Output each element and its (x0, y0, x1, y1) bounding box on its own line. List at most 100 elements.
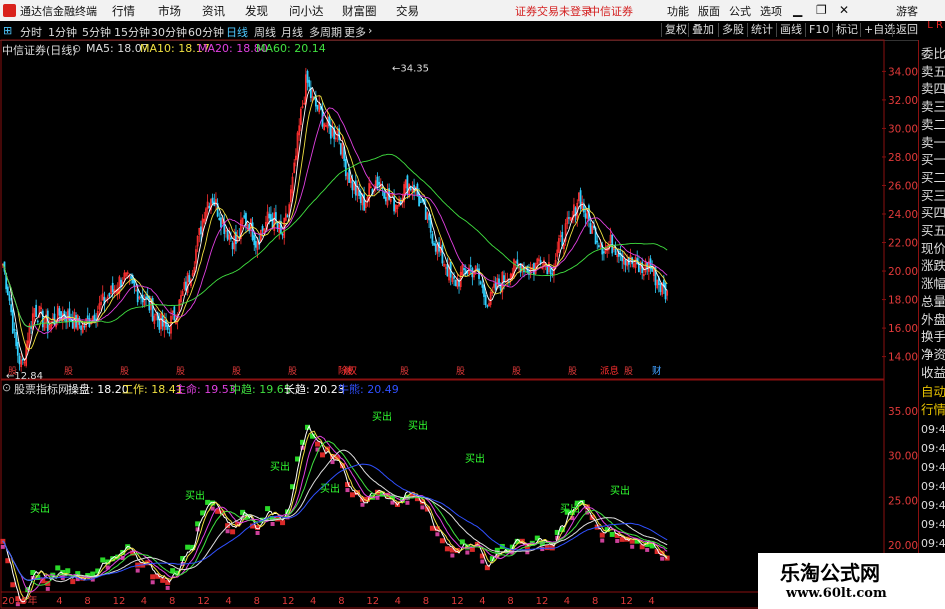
candle-body (10, 304, 13, 313)
sidebar-quote-label: 涨跌 (921, 258, 945, 274)
time-axis-label: 8 (507, 596, 513, 607)
candle-body (111, 282, 114, 292)
candle-body (433, 243, 435, 246)
candle-body (354, 180, 357, 196)
candle-body (166, 325, 169, 330)
indicator-signal-block (265, 506, 271, 512)
candle-body (441, 244, 444, 264)
sidebar-quote-label: 外盘 (921, 311, 945, 327)
kline-chart[interactable]: 34.00 32.00 30.00 28.00 26.00 24.00 22.00 20.00… (0, 0, 945, 609)
buy-signal-label: 买出 (408, 419, 428, 432)
indicator-signal-pink (465, 550, 470, 555)
sidebar-quote-label: 总量 (921, 293, 945, 309)
time-axis-label: 4 (225, 596, 231, 607)
candle-body (384, 197, 387, 202)
candle-body (434, 243, 437, 252)
watermark: 乐淘公式网 www.60lt.com (758, 553, 945, 609)
candle-body (351, 180, 354, 191)
candle-body (446, 264, 449, 277)
candle-body (419, 201, 422, 204)
candle-body (231, 242, 234, 250)
candle-body (108, 293, 111, 297)
indicator-signal-block (444, 546, 450, 552)
indicator-signal-pink (330, 460, 335, 465)
candle-body (18, 355, 21, 365)
event-marker: 股 (288, 366, 297, 377)
event-marker: 股 (8, 366, 17, 377)
event-marker: 股 (568, 366, 577, 377)
buy-signal-label: 买出 (560, 502, 580, 515)
candle-body (598, 245, 600, 248)
indicator-signal-pink (660, 556, 665, 561)
price-axis-label: 20.00 (888, 266, 918, 278)
candle-body (140, 296, 142, 299)
indicator-collapse-icon[interactable]: ⊙ (2, 381, 11, 394)
candle-body (306, 70, 309, 83)
quote-sidebar: 委比 卖五 卖四 卖三 卖二 卖一 买一 买二 买三 买四 买五 现价 涨跌 涨幅 总量 外盘 换手 净资 收益 自动… (918, 40, 945, 609)
line-changqu: 长趋: 20.23 (284, 383, 345, 396)
candle-body (281, 233, 284, 236)
time-axis-label: 4 (56, 596, 62, 607)
candle-body (424, 206, 427, 220)
candle-body (286, 215, 289, 218)
candle-body (503, 275, 505, 282)
candle-body (35, 304, 38, 318)
event-marker: 股 (456, 366, 465, 377)
indicator-signal-block (10, 582, 16, 588)
sidebar-quote-label: 卖五 (921, 63, 945, 79)
candle-body (261, 226, 264, 231)
sidebar-quote-label: 收益 (921, 364, 945, 380)
line-zhuming: 主命: 19.53 (175, 383, 236, 396)
candle-body (399, 200, 402, 204)
buy-signal-label: 买出 (465, 452, 485, 465)
event-marker: 股 (232, 366, 241, 377)
indicator-axis-label: 30.00 (888, 451, 918, 463)
sidebar-auto-quote[interactable]: 行情 (921, 402, 945, 418)
indicator-panel-frame (0, 379, 885, 593)
candle-body (516, 259, 519, 265)
indicator-signal-pink (405, 500, 410, 505)
candle-body (173, 306, 176, 321)
sidebar-quote-label: 买二 (921, 169, 945, 185)
sidebar-quote-label: 买一 (921, 152, 945, 168)
indicator-signal-pink (270, 521, 275, 526)
candle-body (208, 205, 211, 209)
indicator-signal-pink (345, 488, 350, 493)
candle-body (83, 325, 86, 328)
time-axis-label: 4 (310, 596, 316, 607)
collapse-icon[interactable]: ⊙ (72, 42, 81, 55)
indicator-signal-pink (360, 502, 365, 507)
candle-body (11, 309, 14, 334)
indicator-signal-pink (420, 505, 425, 510)
candle-body (583, 205, 585, 213)
indicator-signal-pink (600, 538, 605, 543)
indicator-signal-block (599, 532, 605, 538)
indicator-signal-pink (165, 585, 170, 590)
indicator-signal-pink (450, 553, 455, 558)
time-axis-label: 12 (451, 596, 464, 607)
buy-signal-label: 买出 (372, 410, 392, 423)
candle-body (481, 284, 484, 288)
indicator-signal-pink (45, 586, 50, 591)
price-axis-label: 22.00 (888, 238, 918, 250)
sidebar-quote-label: 买五 (921, 223, 945, 238)
candle-body (6, 286, 9, 296)
candle-body (344, 159, 347, 177)
buy-signal-label: 买出 (270, 460, 290, 473)
time-axis-label: 12 (282, 596, 295, 607)
sidebar-tick-time: 09:47 (921, 480, 945, 493)
time-axis-frame (0, 591, 885, 609)
price-axis-label: 26.00 (888, 180, 918, 192)
price-panel-frame (0, 39, 885, 380)
sidebar-quote-label: 换手 (921, 329, 945, 345)
candle-body (659, 283, 662, 292)
indicator-signal-pink (645, 547, 650, 552)
price-axis-label: 16.00 (888, 323, 918, 335)
ma60-label: MA60: 20.14 (256, 42, 326, 55)
sidebar-auto-quote[interactable]: 自动 (921, 384, 945, 400)
candle-body (561, 231, 564, 246)
indicator-signal-pink (225, 529, 230, 534)
candle-body (428, 214, 430, 221)
time-axis-label: 12 (113, 596, 126, 607)
candle-body (255, 241, 257, 248)
